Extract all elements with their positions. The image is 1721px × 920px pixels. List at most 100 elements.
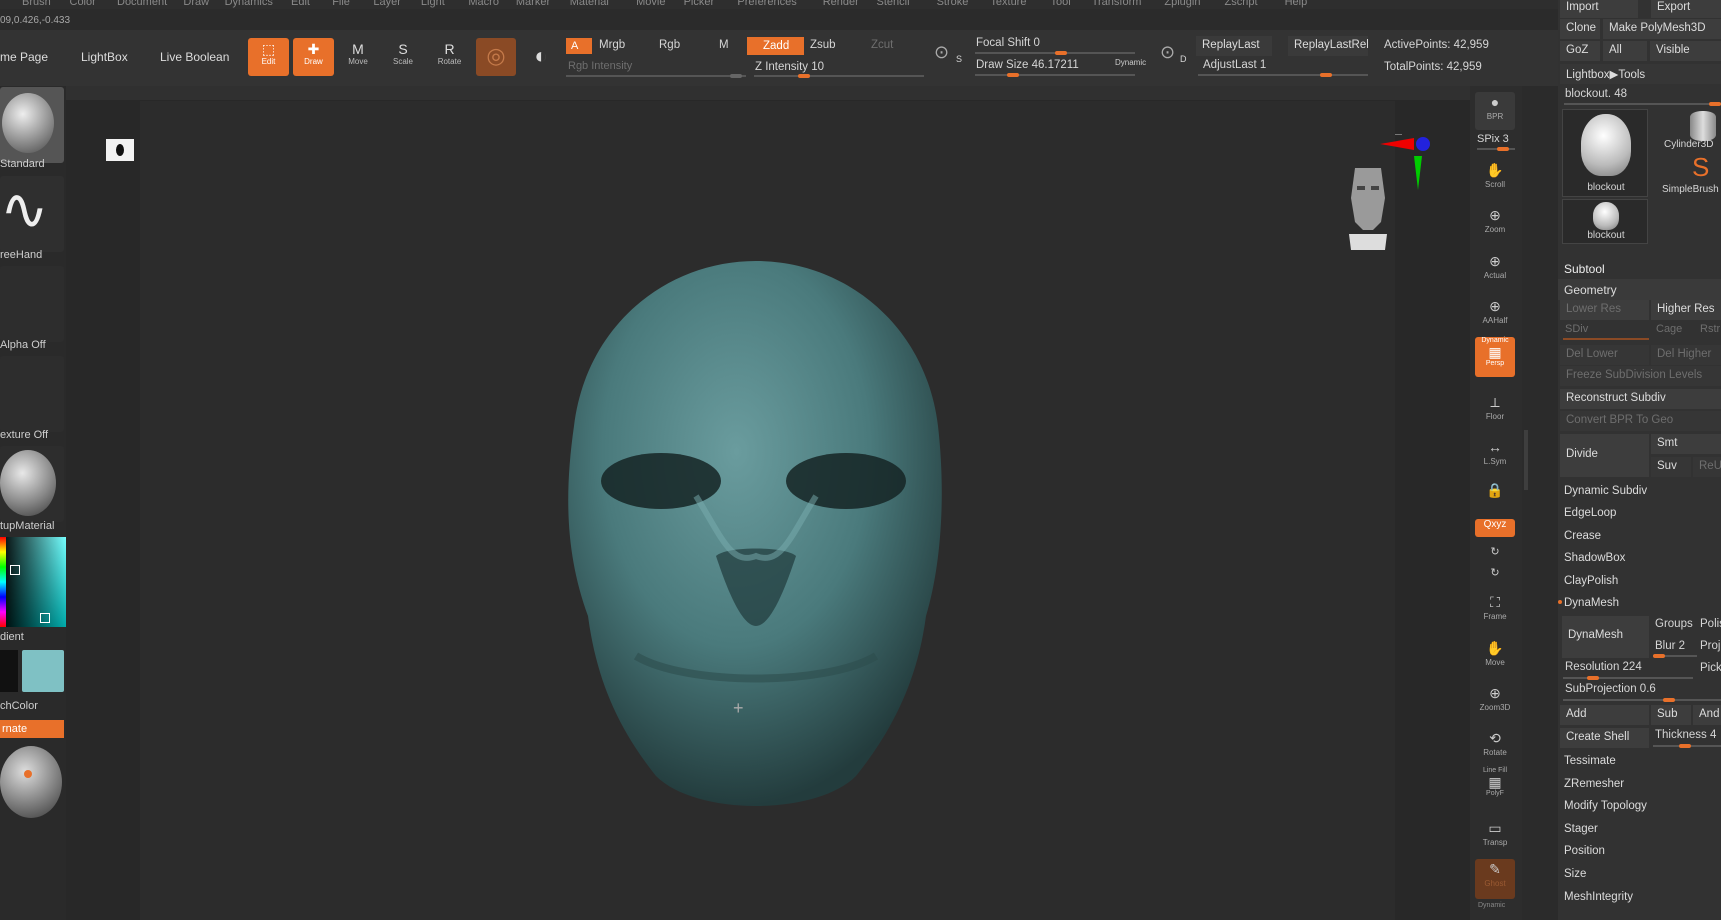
menu-item[interactable]: Color (70, 0, 96, 8)
z-intensity-thumb[interactable] (798, 74, 810, 78)
menu-item[interactable]: Brush (22, 0, 51, 8)
menu-item[interactable]: Layer (373, 0, 401, 8)
polish-toggle[interactable]: Polish (1700, 618, 1721, 630)
thickness-thumb[interactable] (1679, 744, 1691, 748)
add-button[interactable]: Add (1560, 705, 1649, 725)
rotate-view-button[interactable]: ⟲ Rotate (1475, 728, 1515, 766)
gizmo-sphere[interactable] (0, 746, 62, 818)
goz-button[interactable]: GoZ (1560, 41, 1600, 61)
material-thumb[interactable] (0, 446, 64, 522)
move-button[interactable]: M Move (338, 38, 378, 76)
subprojection-thumb[interactable] (1663, 698, 1675, 702)
axis-gizmo-icon[interactable] (1378, 134, 1434, 194)
brush-modifier-button[interactable]: ◐ (524, 38, 558, 76)
zsub-button[interactable]: Zsub (810, 39, 836, 51)
pick-button[interactable]: Pick (1700, 662, 1721, 674)
lightbox-button[interactable]: LightBox (81, 50, 128, 64)
menu-item[interactable]: Stencil (877, 0, 910, 8)
rstr-button[interactable]: Rstr (1700, 323, 1720, 335)
modify-topology-section[interactable]: Modify Topology (1558, 796, 1721, 817)
resolution-slider[interactable]: Resolution 224 (1565, 661, 1642, 673)
shadowbox-section[interactable]: ShadowBox (1558, 548, 1721, 569)
tessimate-section[interactable]: Tessimate (1558, 751, 1721, 772)
rgb-button[interactable]: Rgb (659, 39, 680, 51)
divide-button[interactable]: Divide (1560, 434, 1649, 477)
dynamesh-section[interactable]: DynaMesh (1558, 593, 1721, 614)
claypolish-section[interactable]: ClayPolish (1558, 571, 1721, 592)
lsym-button[interactable]: ↔ L.Sym (1475, 437, 1515, 475)
dynamic-size-toggle[interactable]: Dynamic (1115, 58, 1146, 67)
tool-thumb-cylinder[interactable]: Cylinder3D (1650, 109, 1721, 154)
alpha-thumb[interactable] (0, 266, 64, 342)
spix-track[interactable] (1477, 147, 1515, 151)
rotate-z-button[interactable]: ↻ (1475, 563, 1515, 581)
secondary-color-swatch[interactable] (0, 650, 18, 692)
menu-item[interactable]: Movie (636, 0, 665, 8)
meshintegrity-section[interactable]: MeshIntegrity (1558, 887, 1721, 908)
dynamic-subdiv-section[interactable]: Dynamic Subdiv (1558, 481, 1721, 502)
subprojection-track[interactable] (1563, 698, 1721, 702)
color-picker[interactable] (0, 537, 66, 627)
higher-res-button[interactable]: Higher Res (1651, 300, 1721, 320)
position-section[interactable]: Position (1558, 841, 1721, 862)
current-tool-thumb[interactable] (1709, 102, 1721, 106)
hue-bar[interactable] (0, 537, 6, 627)
focal-shift-slider[interactable]: Focal Shift 0 (976, 37, 1040, 49)
spix-slider[interactable]: SPix 3 (1477, 133, 1509, 145)
a-button[interactable]: A (566, 38, 592, 54)
z-intensity-track[interactable] (754, 74, 924, 78)
clone-button[interactable]: Clone (1560, 19, 1600, 39)
cage-button[interactable]: Cage (1656, 323, 1682, 335)
del-higher-button[interactable]: Del Higher (1651, 345, 1721, 365)
current-tool-slider[interactable]: blockout. 48 (1565, 88, 1627, 100)
adjust-last-slider[interactable]: AdjustLast 1 (1203, 59, 1266, 71)
menu-item[interactable]: Document (117, 0, 167, 8)
edit-button[interactable]: ⬚ Edit (248, 38, 289, 76)
rgb-intensity-track[interactable] (566, 74, 746, 78)
geometry-section[interactable]: Geometry (1558, 279, 1721, 300)
resolution-track[interactable] (1563, 676, 1693, 680)
thickness-track[interactable] (1653, 744, 1721, 748)
goz-visible-button[interactable]: Visible (1650, 41, 1721, 61)
persp-button[interactable]: Dynamic ▦ Persp (1475, 337, 1515, 377)
panel-scrollbar[interactable] (1524, 430, 1528, 490)
del-lower-button[interactable]: Del Lower (1560, 345, 1649, 365)
menu-item[interactable]: Render (823, 0, 859, 8)
smt-toggle[interactable]: Smt (1651, 434, 1721, 454)
lightbox-tools-button[interactable]: Lightbox▶Tools (1560, 64, 1721, 84)
zoom-button[interactable]: ⊕ Zoom (1475, 205, 1515, 243)
dynamesh-button[interactable]: DynaMesh (1562, 616, 1649, 658)
reuv-toggle[interactable]: ReUV (1693, 457, 1721, 477)
frame-button[interactable]: ⛶ Frame (1475, 592, 1515, 630)
menu-item[interactable]: Dynamics (225, 0, 273, 8)
draw-button[interactable]: ✚ Draw (293, 38, 334, 76)
suv-toggle[interactable]: Suv (1651, 457, 1691, 477)
goz-all-button[interactable]: All (1603, 41, 1647, 61)
reconstruct-subdiv-button[interactable]: Reconstruct Subdiv (1560, 389, 1721, 409)
replay-last-button[interactable]: ReplayLast (1196, 36, 1272, 56)
scale-button[interactable]: S Scale (383, 38, 423, 76)
menu-item[interactable]: Tool (1051, 0, 1071, 8)
adjust-last-thumb[interactable] (1320, 73, 1332, 77)
focal-shift-thumb[interactable] (1055, 51, 1067, 55)
focal-shift-track[interactable] (975, 51, 1135, 55)
edgeloop-section[interactable]: EdgeLoop (1558, 503, 1721, 524)
polyf-button[interactable]: Line Fill ▦ PolyF (1475, 767, 1515, 805)
draw-size-thumb[interactable] (1007, 73, 1019, 77)
lower-res-button[interactable]: Lower Res (1560, 300, 1649, 320)
live-boolean-button[interactable]: Live Boolean (160, 50, 229, 64)
spix-thumb[interactable] (1497, 147, 1509, 151)
convert-bpr-button[interactable]: Convert BPR To Geo (1560, 411, 1721, 431)
m-button[interactable]: M (719, 39, 729, 51)
groups-toggle[interactable]: Groups (1655, 618, 1693, 630)
freehand-stroke-thumb[interactable]: ∿ (0, 176, 64, 252)
menu-item[interactable]: Edit (291, 0, 310, 8)
ghost-button[interactable]: ✎ Ghost (1475, 859, 1515, 899)
stager-section[interactable]: Stager (1558, 819, 1721, 840)
menu-item[interactable]: Stroke (937, 0, 969, 8)
menu-item[interactable]: File (332, 0, 350, 8)
rotate-button[interactable]: R Rotate (428, 38, 471, 76)
main-color-swatch[interactable] (22, 650, 64, 692)
make-polymesh-button[interactable]: Make PolyMesh3D (1603, 19, 1721, 39)
transp-button[interactable]: ▭ Transp (1475, 818, 1515, 856)
